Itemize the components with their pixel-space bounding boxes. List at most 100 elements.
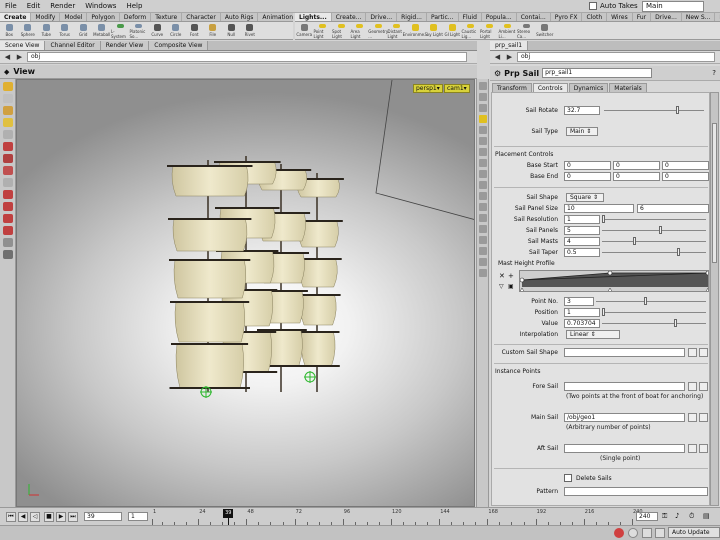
sail-taper-field[interactable]: 0.5 xyxy=(564,248,600,257)
tool-file[interactable]: File xyxy=(204,22,223,39)
tool-gi-light[interactable]: GI Light xyxy=(443,22,462,39)
shelf-tab-rigid[interactable]: Rigid... xyxy=(397,13,427,21)
pose-tool-icon[interactable] xyxy=(2,130,13,139)
tool-curve[interactable]: Curve xyxy=(148,22,167,39)
shelf-tab-texture[interactable]: Texture xyxy=(151,13,183,21)
playbar-options-icon[interactable]: ▤ xyxy=(703,512,710,520)
shelf-tab-popula[interactable]: Popula... xyxy=(482,13,517,21)
main-sail-field[interactable]: /obj/geo1 xyxy=(564,413,685,422)
shelf-tab-pyro-fx[interactable]: Pyro FX xyxy=(551,13,583,21)
shelf-tab-fur[interactable]: Fur xyxy=(633,13,652,21)
shelf-tab-character[interactable]: Character xyxy=(182,13,221,21)
selection-mode-icon[interactable] xyxy=(2,238,13,247)
shelf-tab-model[interactable]: Model xyxy=(60,13,88,21)
forward-arrow-icon[interactable]: ▶ xyxy=(15,53,24,62)
aft-sail-jump-icon[interactable] xyxy=(699,444,708,453)
scene-path-field[interactable]: obj xyxy=(27,52,467,62)
custom-sail-shape-chooser-icon[interactable] xyxy=(688,348,697,357)
shelf-tab-modify[interactable]: Modify xyxy=(31,13,61,21)
menu-help[interactable]: Help xyxy=(121,2,147,10)
ramp-add-icon[interactable]: + xyxy=(508,272,514,280)
point-no-field[interactable]: 3 xyxy=(564,297,594,306)
shelf-tab-create[interactable]: Create... xyxy=(332,13,367,21)
help-icon[interactable]: ? xyxy=(712,69,716,77)
interpolation-menu[interactable]: Linear ⇕ xyxy=(566,330,620,339)
shelf-tab-partic[interactable]: Partic... xyxy=(427,13,459,21)
sail-rotate-slider-knob[interactable] xyxy=(676,106,679,114)
tool-null[interactable]: Null xyxy=(222,22,241,39)
render-region-icon[interactable] xyxy=(2,166,13,175)
home-view-icon[interactable] xyxy=(478,148,487,156)
snap-tool-icon[interactable] xyxy=(2,178,13,187)
shelf-tab-new-s[interactable]: New S... xyxy=(715,13,720,21)
point-no-slider-knob[interactable] xyxy=(644,297,647,305)
rotate-tool-icon[interactable] xyxy=(2,106,13,115)
base-start-y[interactable]: 0 xyxy=(613,161,660,170)
back-arrow-icon[interactable]: ◀ xyxy=(3,53,12,62)
shelf-tab-deform[interactable]: Deform xyxy=(120,13,152,21)
aft-sail-chooser-icon[interactable] xyxy=(688,444,697,453)
scale-tool-icon[interactable] xyxy=(2,118,13,127)
snap-point-icon[interactable] xyxy=(2,214,13,223)
auto-takes-checkbox[interactable] xyxy=(589,2,597,10)
snapshot-icon[interactable] xyxy=(478,170,487,178)
shelf-tab-cloth[interactable]: Cloth xyxy=(582,13,608,21)
tool-ambient-li[interactable]: Ambient Li... xyxy=(499,22,518,39)
sail-shape-menu[interactable]: Square ⇕ xyxy=(566,193,604,202)
tool-stereo-ca[interactable]: Stereo Ca... xyxy=(517,22,536,39)
prim-numbers-icon[interactable] xyxy=(478,225,487,233)
sail-panels-slider-knob[interactable] xyxy=(659,226,662,234)
tool-l-system[interactable]: L-System xyxy=(111,22,130,39)
shaded-icon[interactable] xyxy=(478,104,487,112)
tab-channel-editor[interactable]: Channel Editor xyxy=(45,41,101,50)
position-slider-knob[interactable] xyxy=(602,308,605,316)
play-reverse-icon[interactable]: ◁ xyxy=(30,512,40,522)
tab-composite-view[interactable]: Composite View xyxy=(149,41,209,50)
template-icon[interactable] xyxy=(478,137,487,145)
menu-render[interactable]: Render xyxy=(45,2,80,10)
key-icon[interactable]: ⚿ xyxy=(662,512,667,521)
tool-sphere[interactable]: Sphere xyxy=(19,22,38,39)
tool-metaball[interactable]: Metaball xyxy=(93,22,112,39)
wireframe-icon[interactable] xyxy=(478,93,487,101)
fog-icon[interactable] xyxy=(478,258,487,266)
shelf-tab-contai[interactable]: Contai... xyxy=(517,13,551,21)
background-icon[interactable] xyxy=(478,247,487,255)
current-frame-marker[interactable]: 39 xyxy=(223,509,234,518)
depth-icon[interactable] xyxy=(478,269,487,277)
ramp-collapse-icon[interactable]: ▽ xyxy=(499,283,504,290)
tool-rivet[interactable]: Rivet xyxy=(241,22,260,39)
tool-geometry[interactable]: Geometry ... xyxy=(368,22,388,39)
fore-sail-chooser-icon[interactable] xyxy=(688,382,697,391)
sail-panels-field[interactable]: 5 xyxy=(564,226,600,235)
sail-rotate-field[interactable]: 32.7 xyxy=(564,106,600,115)
tab-render-view[interactable]: Render View xyxy=(100,41,150,50)
sail-resolution-field[interactable]: 1 xyxy=(564,215,600,224)
sail-taper-slider-knob[interactable] xyxy=(677,248,680,256)
point-numbers-icon[interactable] xyxy=(478,236,487,244)
tab-prp-sail[interactable]: prp_sail1 xyxy=(490,41,529,50)
tool-switcher[interactable]: Switcher xyxy=(536,22,555,39)
base-end-x[interactable]: 0 xyxy=(564,172,611,181)
position-field[interactable]: 1 xyxy=(564,308,600,317)
frame-selected-icon[interactable] xyxy=(478,159,487,167)
cancel-icon[interactable] xyxy=(628,528,638,538)
tool-font[interactable]: Font xyxy=(185,22,204,39)
shelf-tab-polygon[interactable]: Polygon xyxy=(87,13,120,21)
custom-sail-shape-jump-icon[interactable] xyxy=(699,348,708,357)
handle-tool-icon[interactable] xyxy=(2,142,13,151)
grid-toggle-icon[interactable] xyxy=(478,192,487,200)
end-frame-field[interactable]: 240 xyxy=(636,512,658,521)
props-back-icon[interactable]: ◀ xyxy=(493,53,502,62)
shelf-tab-lights[interactable]: Lights... xyxy=(295,13,332,21)
view-menu-icon[interactable]: ◆ xyxy=(4,68,9,76)
snap-multi-icon[interactable] xyxy=(2,226,13,235)
jump-start-icon[interactable]: ⏮ xyxy=(6,512,16,522)
tool-sky-light[interactable]: Sky Light xyxy=(425,22,444,39)
sail-type-menu[interactable]: Main ⇕ xyxy=(566,127,598,136)
shelf-tab-drive[interactable]: Drive... xyxy=(651,13,682,21)
light-icon[interactable] xyxy=(478,115,487,123)
shelf-tab-drive[interactable]: Drive... xyxy=(366,13,398,21)
delete-sails-toggle[interactable]: Delete Sails xyxy=(564,474,612,482)
main-sail-jump-icon[interactable] xyxy=(699,413,708,422)
